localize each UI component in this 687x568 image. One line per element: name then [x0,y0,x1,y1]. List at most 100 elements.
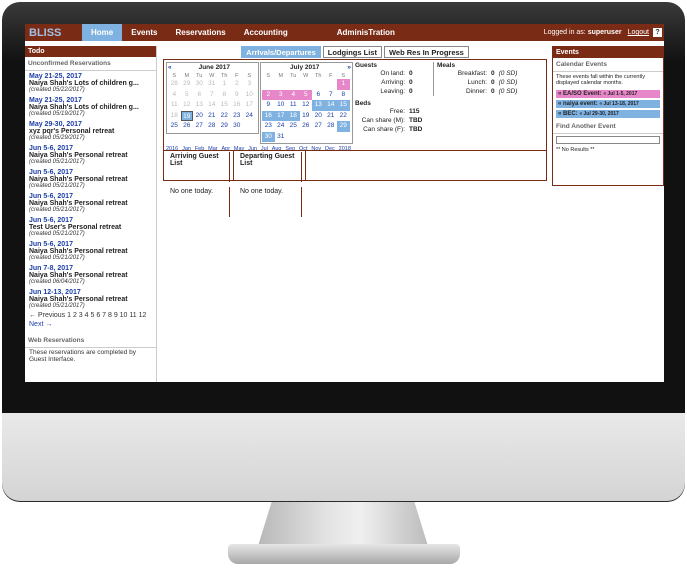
calendar-day[interactable]: 18 [287,110,300,121]
calendar-day[interactable]: 24 [275,121,288,132]
calendar-day[interactable]: 15 [337,100,350,111]
calendar-day[interactable]: 15 [218,100,231,111]
event-name[interactable]: « naiya event: [558,101,598,107]
reservation-date[interactable]: Jun 5-6, 2017 [29,193,152,200]
list-item[interactable]: Jun 5-6, 2017 Naiya Shah's Personal retre… [25,191,156,215]
calendar-day[interactable]: 10 [275,100,288,111]
calendar-day[interactable]: 5 [299,89,312,100]
calendar-day[interactable]: 1 [218,79,231,90]
calendar-day[interactable]: 28 [206,121,219,132]
find-event-input[interactable] [556,136,660,144]
calendar-day[interactable]: 25 [168,121,181,132]
calendar-day[interactable]: 20 [193,111,206,122]
calendar-day[interactable]: 1 [337,79,350,90]
nav-home[interactable]: Home [82,24,123,41]
calendar-day[interactable]: 30 [262,131,275,142]
calendar-day[interactable]: 8 [218,90,231,101]
calendar-day[interactable]: 2 [262,89,275,100]
nav-reservations[interactable]: Reservations [166,24,234,41]
list-item[interactable]: Jun 5-6, 2017 Naiya Shah's Personal retre… [25,167,156,191]
calendar-day[interactable]: 27 [193,121,206,132]
calendar-day[interactable]: 28 [168,79,181,90]
event-name[interactable]: « EA/SO Event: [558,91,602,97]
event-item[interactable]: « naiya event: « Jul 13-18, 2017 [556,100,660,108]
calendar-day[interactable]: 12 [300,100,313,111]
calendar-day[interactable]: 11 [287,100,300,111]
reservation-date[interactable]: Jun 5-6, 2017 [29,217,152,224]
calendar-day[interactable]: 4 [168,90,181,101]
calendar-day[interactable]: 22 [218,111,231,122]
calendar-day[interactable]: 26 [181,121,194,132]
nav-events[interactable]: Events [122,24,166,41]
calendar-day[interactable]: 22 [337,111,350,122]
calendar-day[interactable]: 29 [181,79,194,90]
calendar-day[interactable]: 30 [231,121,244,132]
reservation-date[interactable]: May 29-30, 2017 [29,121,152,128]
next-link[interactable]: Next → [25,320,156,329]
reservation-date[interactable]: Jun 5-6, 2017 [29,241,152,248]
calendar-day[interactable]: 4 [287,89,300,100]
calendar-day[interactable]: 23 [231,111,244,122]
calendar-day[interactable]: 6 [312,90,325,101]
calendar-day[interactable] [312,79,325,90]
calendar-day[interactable]: 3 [243,79,256,90]
prev-month-icon[interactable]: « [168,64,172,71]
list-item[interactable]: May 29-30, 2017 xyz pqr's Personal retrea… [25,119,156,143]
list-item[interactable]: May 21-25, 2017 Naiya Shah's Lots of chil… [25,71,156,95]
calendar-day[interactable]: 17 [243,100,256,111]
list-item[interactable]: Jun 5-6, 2017 Naiya Shah's Personal retre… [25,239,156,263]
calendar-day[interactable]: 16 [231,100,244,111]
calendar-day[interactable]: 8 [337,90,350,101]
calendar-day[interactable]: 18 [168,111,181,122]
calendar-day[interactable]: 13 [193,100,206,111]
calendar-day[interactable]: 12 [181,100,194,111]
event-item[interactable]: « EA/SO Event: « Jul 1-5, 2017 [556,90,660,98]
reservation-date[interactable]: Jun 12-13, 2017 [29,289,152,296]
calendar-day[interactable]: 27 [312,121,325,132]
reservation-date[interactable]: Jun 5-6, 2017 [29,169,152,176]
calendar-day[interactable]: 3 [274,89,287,100]
calendar-day[interactable]: 21 [206,111,219,122]
list-item[interactable]: Jun 7-8, 2017 Naiya Shah's Personal retre… [25,263,156,287]
calendar-day[interactable]: 19 [300,111,313,122]
calendar-day[interactable]: 29 [218,121,231,132]
calendar-day[interactable]: 16 [262,110,275,121]
list-item[interactable]: Jun 5-6, 2017 Test User's Personal retrea… [25,215,156,239]
next-month-icon[interactable]: » [347,64,351,71]
calendar-day[interactable]: 5 [181,90,194,101]
calendar-day[interactable]: 31 [275,132,288,143]
event-item[interactable]: « BEC: « Jul 29-30, 2017 [556,110,660,118]
brand-logo[interactable]: BLISS [25,27,80,39]
event-name[interactable]: « BEC: [558,111,578,117]
calendar-day[interactable]: 9 [262,100,275,111]
reservation-date[interactable]: Jun 7-8, 2017 [29,265,152,272]
calendar-day[interactable]: 11 [168,100,181,111]
calendar-day[interactable] [325,79,338,90]
calendar-day[interactable]: 29 [337,121,350,132]
pager[interactable]: ← Previous 1 2 3 4 5 6 7 8 9 10 11 12 [25,311,156,320]
calendar-day[interactable]: 9 [231,90,244,101]
calendar-day[interactable]: 25 [287,121,300,132]
calendar-day[interactable] [287,79,300,90]
logout-link[interactable]: Logout [628,29,649,36]
calendar-day[interactable]: 20 [312,111,325,122]
list-item[interactable]: Jun 5-6, 2017 Naiya Shah's Personal retre… [25,143,156,167]
calendar-day[interactable]: 6 [193,90,206,101]
nav-administration[interactable]: AdminisTration [337,28,395,37]
calendar-day[interactable]: 17 [274,110,287,121]
calendar-day[interactable] [300,79,313,90]
tab-arrivals[interactable]: ArrIvals/Departures [241,46,321,58]
calendar-day[interactable]: 28 [325,121,338,132]
reservation-date[interactable]: May 21-25, 2017 [29,97,152,104]
calendar-day[interactable]: 13 [312,100,325,111]
calendar-day[interactable]: 23 [262,121,275,132]
calendar-day[interactable]: 7 [325,90,338,101]
list-item[interactable]: Jun 12-13, 2017 Naiya Shah's Personal ret… [25,287,156,311]
calendar-day[interactable]: 7 [206,90,219,101]
calendar-day[interactable] [275,79,288,90]
calendar-day[interactable]: 19 [180,110,193,121]
nav-accounting[interactable]: Accounting [235,24,297,41]
calendar-day[interactable]: 10 [243,90,256,101]
calendar-day[interactable]: 14 [206,100,219,111]
calendar-day[interactable]: 24 [243,111,256,122]
